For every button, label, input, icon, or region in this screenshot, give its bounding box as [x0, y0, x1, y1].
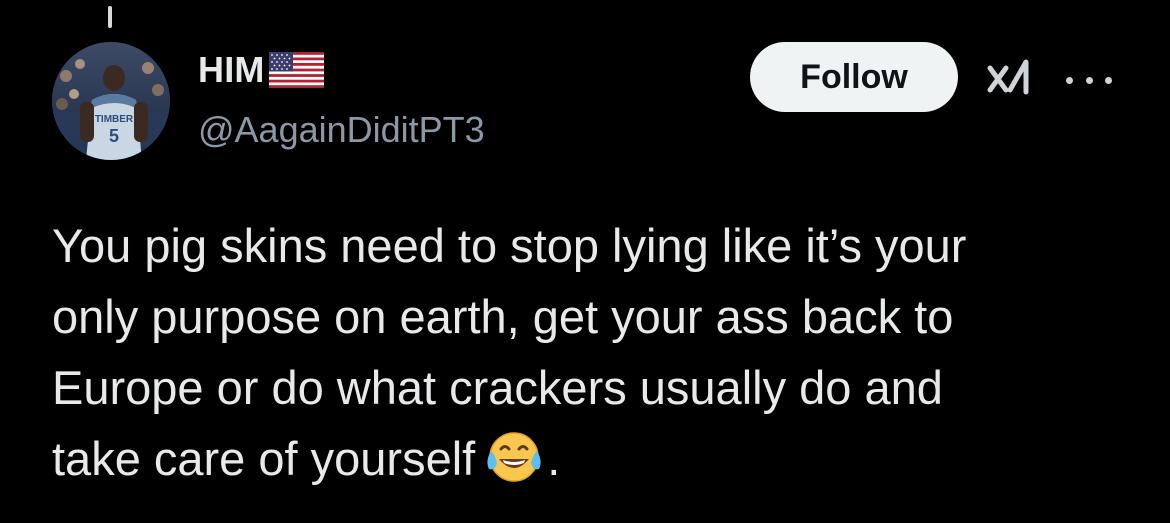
- face-with-tears-of-joy-icon: [487, 432, 541, 482]
- author-display-name[interactable]: HIM: [198, 50, 265, 90]
- author-handle[interactable]: @AagainDiditPT3: [198, 108, 485, 152]
- grok-icon[interactable]: [986, 56, 1036, 102]
- avatar-image: TIMBER 5: [52, 42, 170, 160]
- post-body-text: You pig skins need to stop lying like it…: [52, 210, 1142, 494]
- post-text-line-4-text: take care of yourself: [52, 432, 476, 485]
- post-text-period: .: [547, 432, 561, 485]
- post-text-line-1: You pig skins need to stop lying like it…: [52, 219, 967, 272]
- post-text-line-3: Europe or do what crackers usually do an…: [52, 361, 943, 414]
- us-flag-icon: [268, 52, 324, 88]
- follow-button[interactable]: Follow: [750, 42, 958, 112]
- more-dot: [1066, 76, 1073, 84]
- svg-text:5: 5: [109, 126, 119, 146]
- thread-connector-line: [108, 6, 112, 28]
- more-dot: [1105, 76, 1112, 84]
- post-text-line-2: only purpose on earth, get your ass back…: [52, 290, 954, 343]
- avatar[interactable]: TIMBER 5: [52, 42, 170, 160]
- post-text-line-4: take care of yourself .: [52, 423, 1142, 494]
- more-dot: [1085, 76, 1093, 84]
- author-name-row[interactable]: HIM: [198, 50, 324, 90]
- more-options-icon[interactable]: [1066, 60, 1112, 100]
- svg-text:TIMBER: TIMBER: [95, 114, 134, 125]
